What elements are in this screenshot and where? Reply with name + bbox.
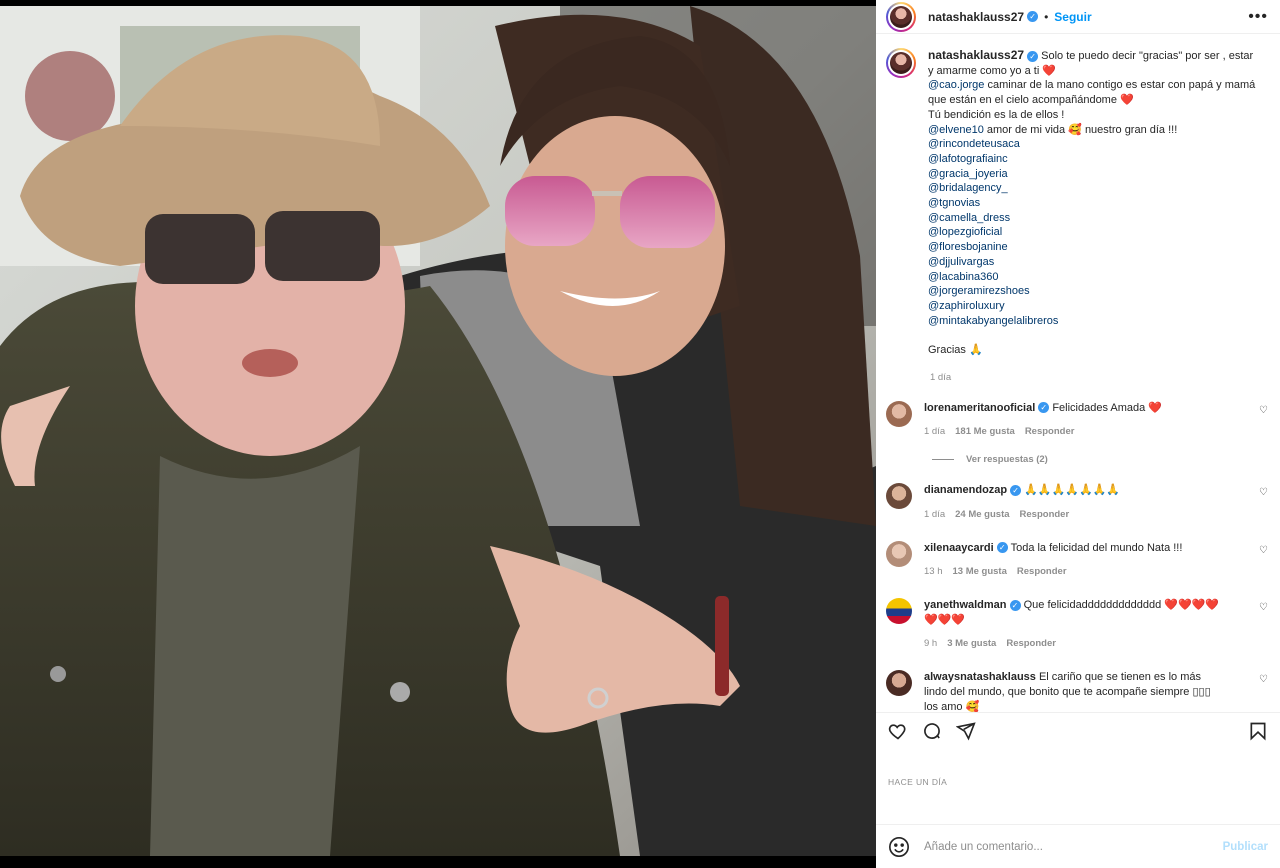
- separator-dot: •: [1044, 9, 1049, 24]
- comment-avatar[interactable]: [886, 597, 912, 624]
- comment-body: alwaysnatashaklauss El cariño que se tie…: [924, 670, 1224, 712]
- bookmark-icon[interactable]: [1248, 721, 1268, 741]
- comment-like-icon[interactable]: ♡: [1259, 674, 1268, 685]
- caption-mention[interactable]: @camella_dress: [928, 211, 1258, 226]
- comment-like-icon[interactable]: ♡: [1259, 405, 1268, 416]
- verified-icon: ✓: [1038, 402, 1050, 414]
- comment-meta: 13 h 13 Me gusta Responder: [924, 565, 1224, 580]
- comment-time[interactable]: 13 h: [924, 565, 943, 580]
- comment-like-icon[interactable]: ♡: [1259, 545, 1268, 556]
- comment-avatar[interactable]: [886, 670, 912, 697]
- caption-mention[interactable]: @rincondeteusaca: [928, 137, 1258, 152]
- caption-mention[interactable]: @zaphiroluxury: [928, 299, 1258, 314]
- comment-time[interactable]: 9 h: [924, 637, 937, 652]
- action-bar: HACE UN DÍA: [876, 712, 1280, 824]
- comment-body: dianamendozap ✓ 🙏🙏🙏🙏🙏🙏🙏 1 día 24 Me gusta…: [924, 483, 1224, 522]
- post-date[interactable]: HACE UN DÍA: [888, 777, 1268, 787]
- comment-time[interactable]: 1 día: [924, 425, 945, 440]
- comment-like-icon[interactable]: ♡: [1259, 487, 1268, 498]
- comment-item: yanethwaldman ✓ Que felicidaddddddddddddd…: [886, 597, 1268, 652]
- comment-meta: 9 h 3 Me gusta Responder: [924, 637, 1224, 652]
- comment-likes[interactable]: 3 Me gusta: [947, 637, 996, 652]
- heart-icon[interactable]: [888, 721, 908, 741]
- caption-mention[interactable]: @floresbojanine: [928, 240, 1258, 255]
- share-icon[interactable]: [956, 721, 976, 741]
- more-icon[interactable]: •••: [1248, 8, 1268, 26]
- comment-item: xilenaaycardi ✓ Toda la felicidad del mun…: [886, 540, 1268, 580]
- comment-meta: 1 día 181 Me gusta Responder: [924, 425, 1224, 440]
- comment-text: 🙏🙏🙏🙏🙏🙏🙏: [1024, 484, 1121, 497]
- comment-meta: 1 día 24 Me gusta Responder: [924, 508, 1224, 523]
- post-header: natashaklauss27 ✓ • Seguir •••: [876, 0, 1280, 34]
- caption-mention[interactable]: @mintakabyangelalibreros: [928, 314, 1258, 329]
- caption-mention[interactable]: @gracia_joyeria: [928, 167, 1258, 182]
- caption-line: Tú bendición es la de ellos !: [928, 108, 1065, 121]
- caption-mention[interactable]: @tgnovias: [928, 196, 1258, 211]
- add-comment-bar: Publicar: [876, 824, 1280, 868]
- post-side-panel: natashaklauss27 ✓ • Seguir ••• natashakl…: [876, 0, 1280, 868]
- comment-body: lorenameritanooficial ✓ Felicidades Amada…: [924, 401, 1224, 440]
- caption: natashaklauss27 ✓ Solo te puedo decir "gr…: [886, 48, 1268, 358]
- comment-likes[interactable]: 13 Me gusta: [953, 565, 1007, 580]
- comment-username[interactable]: lorenameritanooficial: [924, 402, 1035, 414]
- comment-avatar[interactable]: [886, 483, 912, 510]
- comment-username[interactable]: yanethwaldman: [924, 599, 1007, 611]
- verified-icon: ✓: [1027, 50, 1039, 62]
- view-replies-button[interactable]: Ver respuestas (2): [932, 454, 1268, 465]
- reply-button[interactable]: Responder: [1020, 508, 1070, 523]
- caption-closing: Gracias 🙏: [928, 344, 983, 357]
- comment-text: Felicidades Amada ❤️: [1052, 401, 1163, 414]
- comment-body: xilenaaycardi ✓ Toda la felicidad del mun…: [924, 541, 1224, 580]
- post-modal: natashaklauss27 ✓ • Seguir ••• natashakl…: [0, 0, 1280, 868]
- replies-line: [932, 459, 954, 461]
- caption-mention[interactable]: @djjulivargas: [928, 255, 1258, 270]
- caption-time[interactable]: 1 día: [930, 372, 1268, 383]
- caption-mention[interactable]: @bridalagency_: [928, 181, 1258, 196]
- verified-icon: ✓: [1009, 599, 1021, 611]
- verified-icon: ✓: [1027, 11, 1039, 22]
- comments-scroll[interactable]: natashaklauss27 ✓ Solo te puedo decir "gr…: [876, 34, 1280, 712]
- comment-input[interactable]: [924, 840, 1209, 853]
- comment-avatar[interactable]: [886, 540, 912, 567]
- reply-button[interactable]: Responder: [1025, 425, 1075, 440]
- comment-username[interactable]: dianamendozap: [924, 484, 1007, 496]
- caption-avatar[interactable]: [886, 48, 916, 78]
- comment-text: Toda la felicidad del mundo Nata !!!: [1010, 541, 1183, 554]
- comment-username[interactable]: xilenaaycardi: [924, 542, 994, 554]
- comment-time[interactable]: 1 día: [924, 508, 945, 523]
- comment-icon[interactable]: [922, 721, 942, 741]
- comment-body: yanethwaldman ✓ Que felicidaddddddddddddd…: [924, 598, 1224, 652]
- comment-item: lorenameritanooficial ✓ Felicidades Amada…: [886, 400, 1268, 440]
- comment-item: dianamendozap ✓ 🙏🙏🙏🙏🙏🙏🙏 1 día 24 Me gusta…: [886, 483, 1268, 522]
- post-photo[interactable]: [0, 0, 876, 868]
- comment-item: alwaysnatashaklauss El cariño que se tie…: [886, 670, 1268, 712]
- comment-username[interactable]: alwaysnatashaklauss: [924, 671, 1036, 683]
- view-replies-label: Ver respuestas (2): [966, 454, 1048, 466]
- caption-mention[interactable]: @lafotografiainc: [928, 152, 1258, 167]
- reply-button[interactable]: Responder: [1006, 637, 1056, 652]
- publish-button[interactable]: Publicar: [1223, 841, 1268, 853]
- comment-likes[interactable]: 181 Me gusta: [955, 425, 1015, 440]
- comment-likes[interactable]: 24 Me gusta: [955, 508, 1009, 523]
- verified-icon: ✓: [1010, 484, 1022, 496]
- author-avatar[interactable]: [886, 1, 916, 32]
- caption-username[interactable]: natashaklauss27: [928, 48, 1024, 62]
- verified-icon: ✓: [996, 542, 1008, 554]
- comment-avatar[interactable]: [886, 400, 912, 427]
- author-username[interactable]: natashaklauss27: [928, 10, 1024, 24]
- caption-mention[interactable]: @elvene10: [928, 124, 984, 136]
- follow-button[interactable]: Seguir: [1054, 10, 1091, 24]
- comment-like-icon[interactable]: ♡: [1259, 602, 1268, 613]
- photo-image: [0, 6, 876, 856]
- caption-text: natashaklauss27 ✓ Solo te puedo decir "gr…: [928, 48, 1258, 358]
- caption-mention[interactable]: @lacabina360: [928, 270, 1258, 285]
- caption-mention[interactable]: @jorgeramirezshoes: [928, 284, 1258, 299]
- reply-button[interactable]: Responder: [1017, 565, 1067, 580]
- caption-line: amor de mi vida 🥰 nuestro gran día !!!: [983, 123, 1178, 136]
- caption-mention[interactable]: @cao.jorge: [928, 79, 984, 91]
- emoji-icon[interactable]: [888, 836, 910, 858]
- caption-mention[interactable]: @lopezgioficial: [928, 225, 1258, 240]
